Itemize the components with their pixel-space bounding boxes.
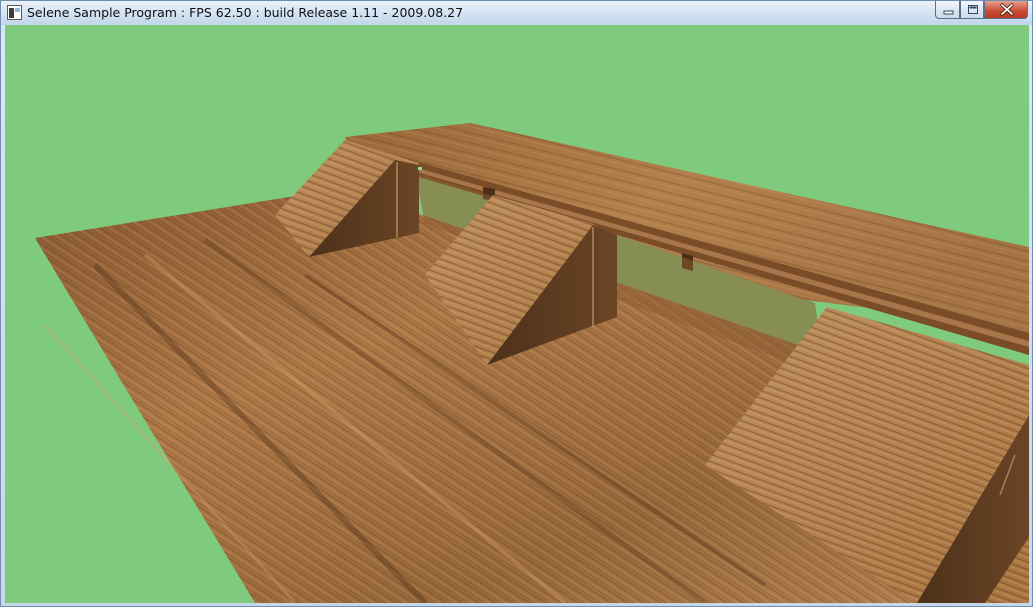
maximize-button[interactable] (960, 1, 984, 19)
close-button[interactable] (984, 1, 1028, 19)
minimize-icon (943, 10, 954, 15)
title-bar[interactable]: Selene Sample Program : FPS 62.50 : buil… (1, 1, 1032, 25)
maximize-icon (968, 5, 978, 14)
window-controls (935, 1, 1029, 20)
app-icon (7, 5, 22, 20)
game-viewport[interactable] (5, 25, 1029, 603)
application-window: Selene Sample Program : FPS 62.50 : buil… (0, 0, 1033, 607)
minimize-button[interactable] (935, 1, 960, 19)
window-title: Selene Sample Program : FPS 62.50 : buil… (27, 5, 464, 20)
wooden-stage-scene[interactable] (5, 25, 1029, 603)
close-icon (1000, 3, 1014, 16)
